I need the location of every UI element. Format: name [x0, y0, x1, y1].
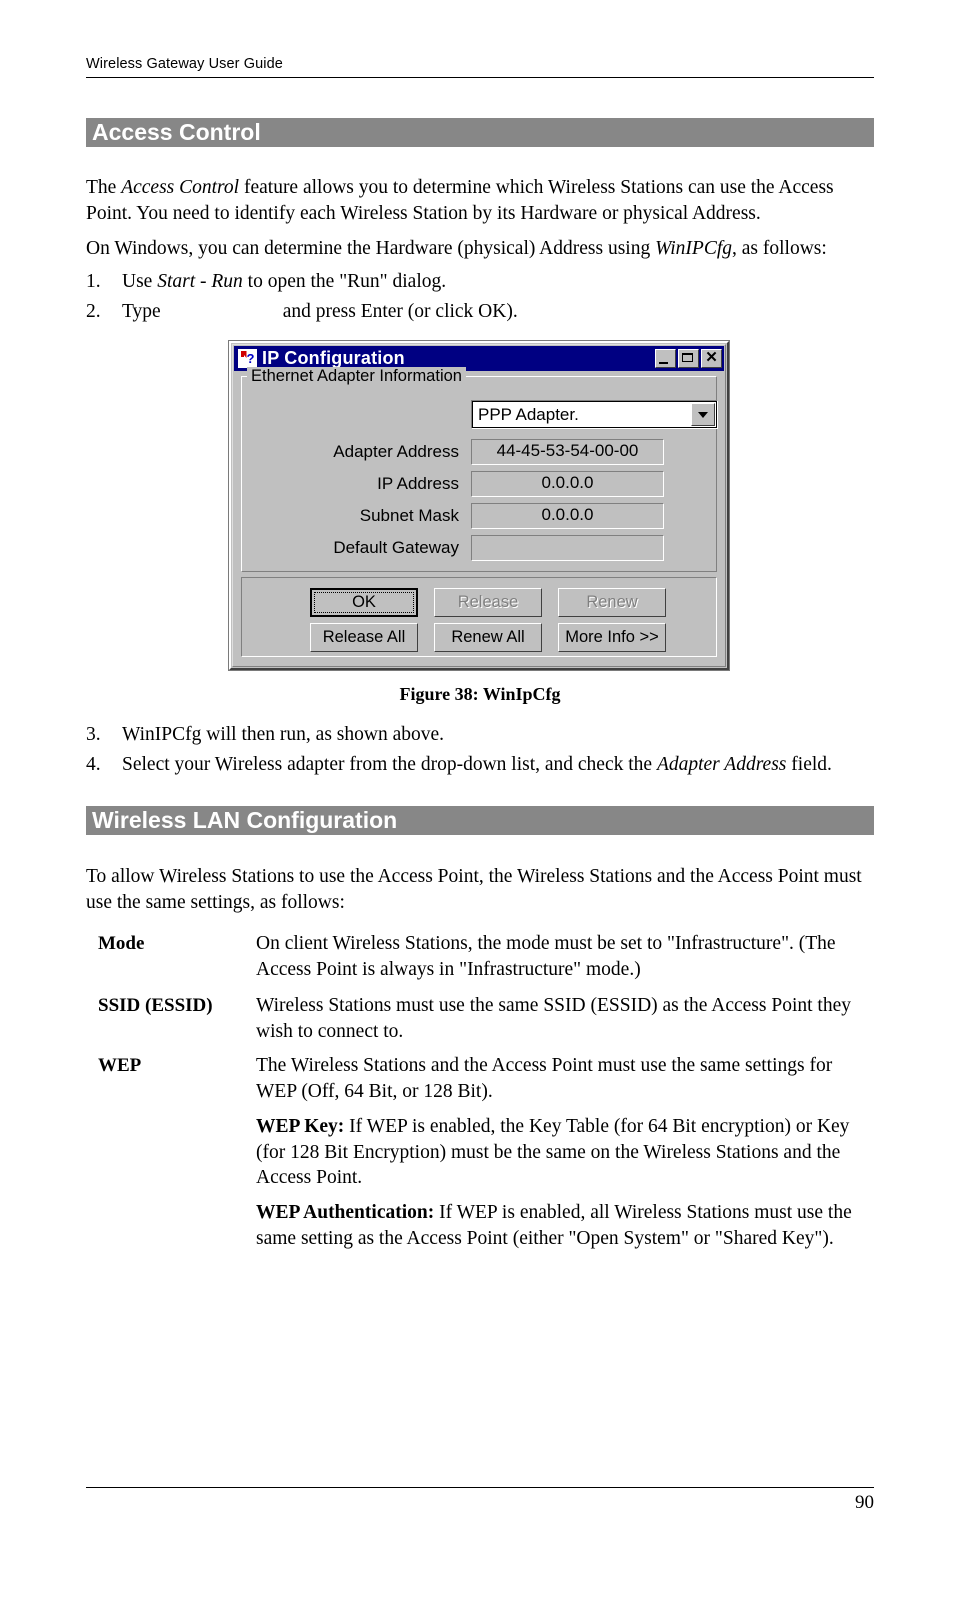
paragraph-access-control-intro: The Access Control feature allows you to…	[86, 175, 876, 226]
definition-text-wep-authentication: WEP Authentication: If WEP is enabled, a…	[256, 1200, 876, 1251]
definition-text-mode: On client Wireless Stations, the mode mu…	[256, 933, 836, 980]
wep-authentication-lead: WEP Authentication:	[256, 1202, 435, 1223]
ip-config-help-icon: ?	[237, 348, 258, 369]
button-label: Renew All	[451, 628, 525, 646]
field-label: Default Gateway	[333, 538, 459, 557]
definition-text-ssid: Wireless Stations must use the same SSID…	[256, 995, 851, 1042]
emphasis-access-control: Access Control	[121, 177, 240, 198]
paragraph-winipcfg-intro: On Windows, you can determine the Hardwa…	[86, 236, 876, 262]
maximize-icon[interactable]	[678, 349, 699, 368]
field-label: Subnet Mask	[359, 506, 459, 525]
text-run: On Windows, you can determine the Hardwa…	[86, 238, 656, 259]
text-run: field.	[786, 754, 832, 775]
text-run: , as follows:	[732, 238, 827, 259]
minimize-icon[interactable]	[655, 349, 676, 368]
running-head: Wireless Gateway User Guide	[86, 56, 283, 72]
list-item-text: Select your Wireless adapter from the dr…	[122, 754, 832, 775]
text-run: If WEP is enabled, the Key Table (for 64…	[256, 1116, 850, 1188]
list-item-text: Type and press Enter (or click OK).	[122, 301, 518, 322]
list-item-number: 3.	[86, 724, 101, 745]
footer-rule	[86, 1487, 874, 1488]
list-item-number: 1.	[86, 271, 101, 292]
list-item-text: WinIPCfg will then run, as shown above.	[122, 724, 445, 745]
definition-term-wep: WEP	[98, 1055, 142, 1076]
list-item-text: Use Start - Run to open the "Run" dialog…	[122, 271, 446, 292]
field-label: Adapter Address	[333, 442, 459, 461]
page-number: 90	[855, 1492, 874, 1513]
adapter-select-value: PPP Adapter.	[478, 404, 579, 424]
button-label: OK	[352, 593, 376, 611]
text-run: to open the "Run" dialog.	[242, 271, 447, 292]
ip-configuration-window[interactable]: ? IP Configuration ✕ Ethernet Adapter In…	[229, 341, 729, 670]
figure-caption: Figure 38: WinIpCfg	[399, 684, 561, 704]
button-label: Renew	[586, 593, 638, 611]
button-label: Release All	[322, 628, 406, 646]
close-icon[interactable]: ✕	[701, 349, 722, 368]
button-label: Release	[457, 593, 519, 611]
list-item: 2. Type and press Enter (or click OK).	[86, 299, 518, 324]
wep-key-lead: WEP Key:	[256, 1116, 345, 1137]
more-info-button[interactable]: More Info >>	[558, 623, 666, 652]
text-run: and press Enter (or click OK).	[282, 301, 518, 322]
release-button[interactable]: Release	[434, 588, 542, 617]
text-run: Select your Wireless adapter from the dr…	[122, 754, 657, 775]
document-page: Wireless Gateway User Guide Access Contr…	[0, 0, 954, 1608]
paragraph-wireless-lan-intro: To allow Wireless Stations to use the Ac…	[86, 866, 862, 913]
ok-button[interactable]: OK	[310, 588, 418, 617]
list-item: 3. WinIPCfg will then run, as shown abov…	[86, 722, 444, 747]
adapter-address-value: 44-45-53-54-00-00	[471, 439, 664, 465]
renew-all-button[interactable]: Renew All	[434, 623, 542, 652]
window-title: IP Configuration	[262, 348, 405, 368]
section-heading-access-control: Access Control	[86, 118, 874, 147]
default-gateway-value	[471, 535, 664, 561]
list-item-number: 4.	[86, 754, 101, 775]
renew-button[interactable]: Renew	[558, 588, 666, 617]
text-run: Use	[122, 271, 158, 292]
definition-text-wep: The Wireless Stations and the Access Poi…	[256, 1055, 833, 1102]
section-heading-wireless-lan-configuration: Wireless LAN Configuration	[86, 806, 874, 835]
field-row-default-gateway: Default Gateway	[231, 535, 727, 562]
field-row-subnet-mask: Subnet Mask 0.0.0.0	[231, 503, 727, 530]
emphasis-winipcfg: WinIPCfg	[655, 238, 733, 259]
emphasis-adapter-address: Adapter Address	[656, 754, 787, 775]
text-run: The	[86, 177, 122, 198]
list-item: 4. Select your Wireless adapter from the…	[86, 752, 832, 777]
header-rule	[86, 77, 874, 78]
definition-text-wep-key: WEP Key: If WEP is enabled, the Key Tabl…	[256, 1114, 876, 1191]
adapter-select[interactable]: PPP Adapter.	[471, 400, 718, 429]
list-item-number: 2.	[86, 301, 101, 322]
ip-address-value: 0.0.0.0	[471, 471, 664, 497]
emphasis-start-run: Start - Run	[157, 271, 243, 292]
definition-term-ssid: SSID (ESSID)	[98, 995, 213, 1016]
subnet-mask-value: 0.0.0.0	[471, 503, 664, 529]
button-label: More Info >>	[565, 628, 659, 646]
chevron-down-icon[interactable]	[690, 403, 715, 426]
dialog-button-panel: OK Release Renew Release All Renew All M…	[241, 577, 717, 657]
definition-term-mode: Mode	[98, 933, 145, 954]
svg-text:?: ?	[247, 351, 255, 366]
group-legend: Ethernet Adapter Information	[247, 367, 466, 386]
window-controls: ✕	[655, 349, 722, 368]
text-run: Type	[122, 301, 161, 322]
field-label: IP Address	[377, 474, 459, 493]
field-row-ip-address: IP Address 0.0.0.0	[231, 471, 727, 498]
release-all-button[interactable]: Release All	[310, 623, 418, 652]
field-row-adapter-address: Adapter Address 44-45-53-54-00-00	[231, 439, 727, 466]
list-item: 1. Use Start - Run to open the "Run" dia…	[86, 269, 446, 294]
